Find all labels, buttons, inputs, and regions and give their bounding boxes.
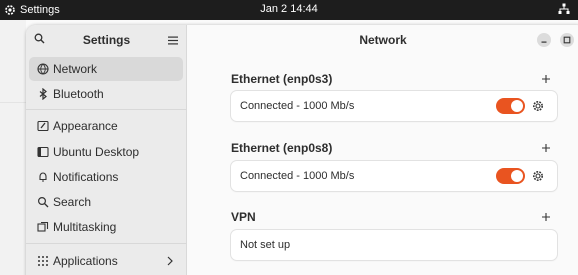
sidebar-item-label: Bluetooth — [53, 87, 104, 101]
page-title: Network — [359, 33, 407, 47]
sidebar-item-bluetooth[interactable]: Bluetooth — [29, 82, 183, 106]
toggle-knob — [511, 170, 523, 182]
bell-icon — [37, 171, 49, 183]
apps-grid-icon — [37, 255, 49, 267]
minimize-button[interactable] — [537, 33, 551, 47]
sidebar-item-multitasking[interactable]: Multitasking — [29, 215, 183, 239]
main-panel: Network Ethernet (enp0s3) Connected - 10… — [188, 25, 578, 275]
sidebar-item-ubuntu-desktop[interactable]: Ubuntu Desktop — [29, 140, 183, 164]
ethernet-enp0s8-toggle[interactable] — [496, 168, 525, 184]
ubuntu-desktop-icon — [37, 146, 49, 158]
sidebar-item-network[interactable]: Network — [29, 57, 183, 81]
clock[interactable]: Jan 2 14:44 — [0, 3, 578, 15]
background-window — [0, 20, 26, 275]
top-bar: Settings Jan 2 14:44 — [0, 0, 578, 20]
add-vpn-plus-icon[interactable] — [541, 211, 551, 221]
vpn-card: Not set up — [231, 230, 557, 260]
hamburger-menu-icon[interactable] — [168, 34, 178, 48]
gear-icon[interactable] — [532, 170, 544, 185]
sidebar-header: Settings — [26, 25, 187, 54]
sidebar-item-label: Ubuntu Desktop — [53, 145, 140, 159]
appearance-icon — [37, 120, 49, 132]
sidebar-title: Settings — [82, 33, 131, 47]
sidebar-item-label: Notifications — [53, 170, 119, 184]
sidebar-divider — [26, 109, 187, 110]
search-icon — [37, 196, 49, 208]
sidebar-item-notifications[interactable]: Notifications — [29, 165, 183, 189]
section-title-ethernet-enp0s8: Ethernet (enp0s8) — [231, 141, 333, 155]
network-icon — [37, 63, 49, 75]
sidebar-item-search[interactable]: Search — [29, 190, 183, 214]
toggle-knob — [511, 100, 523, 112]
vpn-status: Not set up — [240, 239, 291, 251]
background-divider — [0, 102, 26, 103]
sidebar-item-label: Applications — [53, 254, 118, 268]
sidebar-divider — [26, 243, 187, 244]
add-connection-plus-icon[interactable] — [541, 142, 551, 152]
connection-status: Connected - 1000 Mb/s — [240, 100, 355, 112]
settings-window: Settings Network Bluetooth Appearance Ub… — [26, 25, 578, 275]
ethernet-enp0s8-card: Connected - 1000 Mb/s — [231, 161, 557, 191]
section-title-ethernet-enp0s3: Ethernet (enp0s3) — [231, 72, 333, 86]
sidebar-item-label: Network — [53, 62, 98, 76]
ethernet-enp0s3-card: Connected - 1000 Mb/s — [231, 91, 557, 121]
sidebar-item-appearance[interactable]: Appearance — [29, 114, 183, 138]
sidebar-item-label: Search — [53, 195, 92, 209]
section-title-vpn: VPN — [231, 210, 256, 224]
network-status-icon[interactable] — [558, 3, 570, 15]
sidebar-item-label: Multitasking — [53, 220, 117, 234]
gear-icon[interactable] — [532, 100, 544, 115]
maximize-button[interactable] — [560, 33, 574, 47]
multitasking-icon — [37, 221, 49, 233]
sidebar-item-label: Appearance — [53, 119, 118, 133]
bluetooth-icon — [37, 87, 49, 101]
add-connection-plus-icon[interactable] — [541, 73, 551, 83]
sidebar: Settings Network Bluetooth Appearance Ub… — [26, 25, 187, 275]
ethernet-enp0s3-toggle[interactable] — [496, 98, 525, 114]
chevron-right-icon — [166, 255, 174, 269]
connection-status: Connected - 1000 Mb/s — [240, 170, 355, 182]
main-header: Network — [188, 25, 578, 54]
sidebar-item-applications[interactable]: Applications — [29, 249, 183, 273]
